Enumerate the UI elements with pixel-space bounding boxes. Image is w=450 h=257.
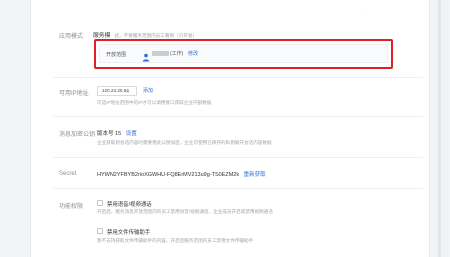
ip-label: 可用IP地址 [59,91,89,97]
secret-value-row: HYWN2YFBYB2rioXGWHU-FQ8ErMV213u9g-TS0EZM… [97,170,266,178]
chevron-down-icon[interactable]: ▾ [127,89,129,94]
divider [53,116,423,117]
app-mode-value: 服务模 式，不要服务范围内员工看到（只开发） [93,30,197,39]
divider [53,188,423,189]
scope-member-dept: (工作) [170,51,184,57]
disable-file-transfer-title[interactable]: 禁用文件传输助手 [107,228,150,236]
features-label: 功能权限 [59,204,84,210]
disable-call-description: 开启后，服务消息开放范围内的员工禁用语音/视频通话，企业成员开启或禁用视频通话 [97,209,273,214]
scope-row: 开放范围 (工作) 修改 [99,44,388,63]
person-icon [142,49,150,62]
app-mode-subtitle: 式，不要服务范围内员工看到（只开发） [114,33,198,38]
settings-panel: ··· 应用模式 服务模 式，不要服务范围内员工看到（只开发） 开放范围 (工作)… [30,0,430,257]
ip-select[interactable]: 120.24.20.54 [97,86,137,96]
scope-label: 开放范围 [106,52,127,58]
scope-highlight-box: 开放范围 (工作) 修改 [94,39,393,69]
disable-file-transfer-description: 暂不支持获取文件传输助手的内容，开启后服务范围内员工禁用文件传输助手 [97,238,254,243]
disable-call-checkbox[interactable] [97,200,103,206]
secret-value: HYWN2YFBYB2rioXGWHU-FQ8ErMV213u9g-TS0EZM… [97,172,240,178]
divider [53,77,423,78]
public-key-set-link[interactable]: 设置 [126,131,137,137]
scope-edit-link[interactable]: 修改 [188,50,198,57]
public-key-description: 企业获取到会话内容时需要用此公钥加密，企业可使用已保存的私钥解开会话内容数据 [97,140,272,145]
ip-add-link[interactable]: 添加 [143,87,153,94]
app-mode-label: 应用模式 [59,34,84,40]
disable-call-title[interactable]: 禁用语音/视频通话 [107,200,152,208]
public-key-label: 消息加密公钥 [59,132,96,138]
watermark: ··· [360,11,366,18]
divider [53,157,423,158]
secret-refresh-link[interactable]: 重新获取 [244,172,266,178]
public-key-value: 版本号 15 设置 [97,129,137,137]
scrollbar[interactable] [438,0,441,257]
disable-file-transfer-checkbox[interactable] [97,228,103,234]
public-key-version: 版本号 15 [97,131,122,137]
scope-member-name-blurred [152,51,169,56]
ip-description: 可选IP地址范围中的IP才可以调用接口获取企业内部数据 [97,100,212,105]
secret-label: Secret [59,171,77,177]
